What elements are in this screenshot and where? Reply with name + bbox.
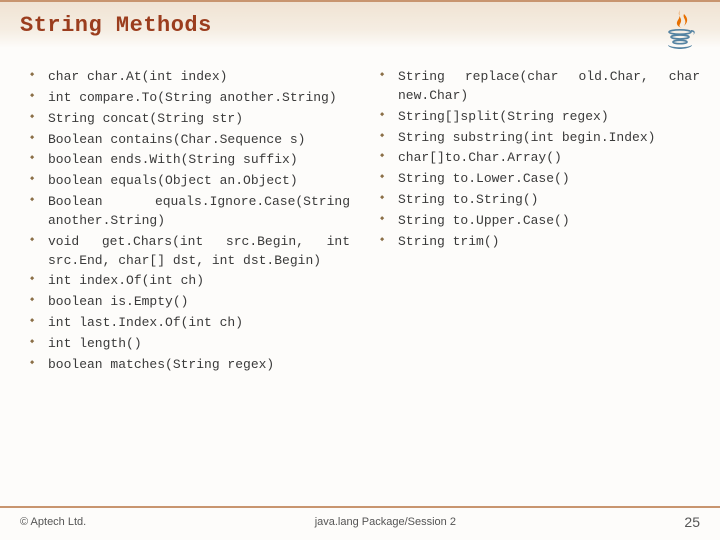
method-item: String to.Upper.Case() xyxy=(380,212,700,231)
footer-copyright: © Aptech Ltd. xyxy=(20,516,86,528)
method-item: char[]to.Char.Array() xyxy=(380,149,700,168)
method-item: int compare.To(String another.String) xyxy=(30,89,350,108)
slide-header: String Methods xyxy=(0,0,720,48)
method-item: String[]split(String regex) xyxy=(380,108,700,127)
method-item: int index.Of(int ch) xyxy=(30,272,350,291)
java-logo-icon xyxy=(658,6,702,50)
method-item: int last.Index.Of(int ch) xyxy=(30,314,350,333)
method-item: boolean is.Empty() xyxy=(30,293,350,312)
method-item: boolean ends.With(String suffix) xyxy=(30,151,350,170)
method-item: String to.Lower.Case() xyxy=(380,170,700,189)
slide-content: char char.At(int index) int compare.To(St… xyxy=(0,48,720,377)
method-item: char char.At(int index) xyxy=(30,68,350,87)
method-item: String concat(String str) xyxy=(30,110,350,129)
method-item: String trim() xyxy=(380,233,700,252)
footer-subtitle: java.lang Package/Session 2 xyxy=(86,516,684,528)
slide-footer: © Aptech Ltd. java.lang Package/Session … xyxy=(0,506,720,530)
left-column: char char.At(int index) int compare.To(St… xyxy=(30,68,350,377)
method-item: String replace(char old.Char, char new.C… xyxy=(380,68,700,106)
method-item: Boolean contains(Char.Sequence s) xyxy=(30,131,350,150)
right-column: String replace(char old.Char, char new.C… xyxy=(380,68,700,377)
method-item: boolean equals(Object an.Object) xyxy=(30,172,350,191)
method-item: boolean matches(String regex) xyxy=(30,356,350,375)
footer-page-number: 25 xyxy=(684,514,700,530)
method-item: void get.Chars(int src.Begin, int src.En… xyxy=(30,233,350,271)
slide-title: String Methods xyxy=(20,13,212,38)
method-item: String substring(int begin.Index) xyxy=(380,129,700,148)
method-item: String to.String() xyxy=(380,191,700,210)
method-item: int length() xyxy=(30,335,350,354)
method-item: Boolean equals.Ignore.Case(String anothe… xyxy=(30,193,350,231)
